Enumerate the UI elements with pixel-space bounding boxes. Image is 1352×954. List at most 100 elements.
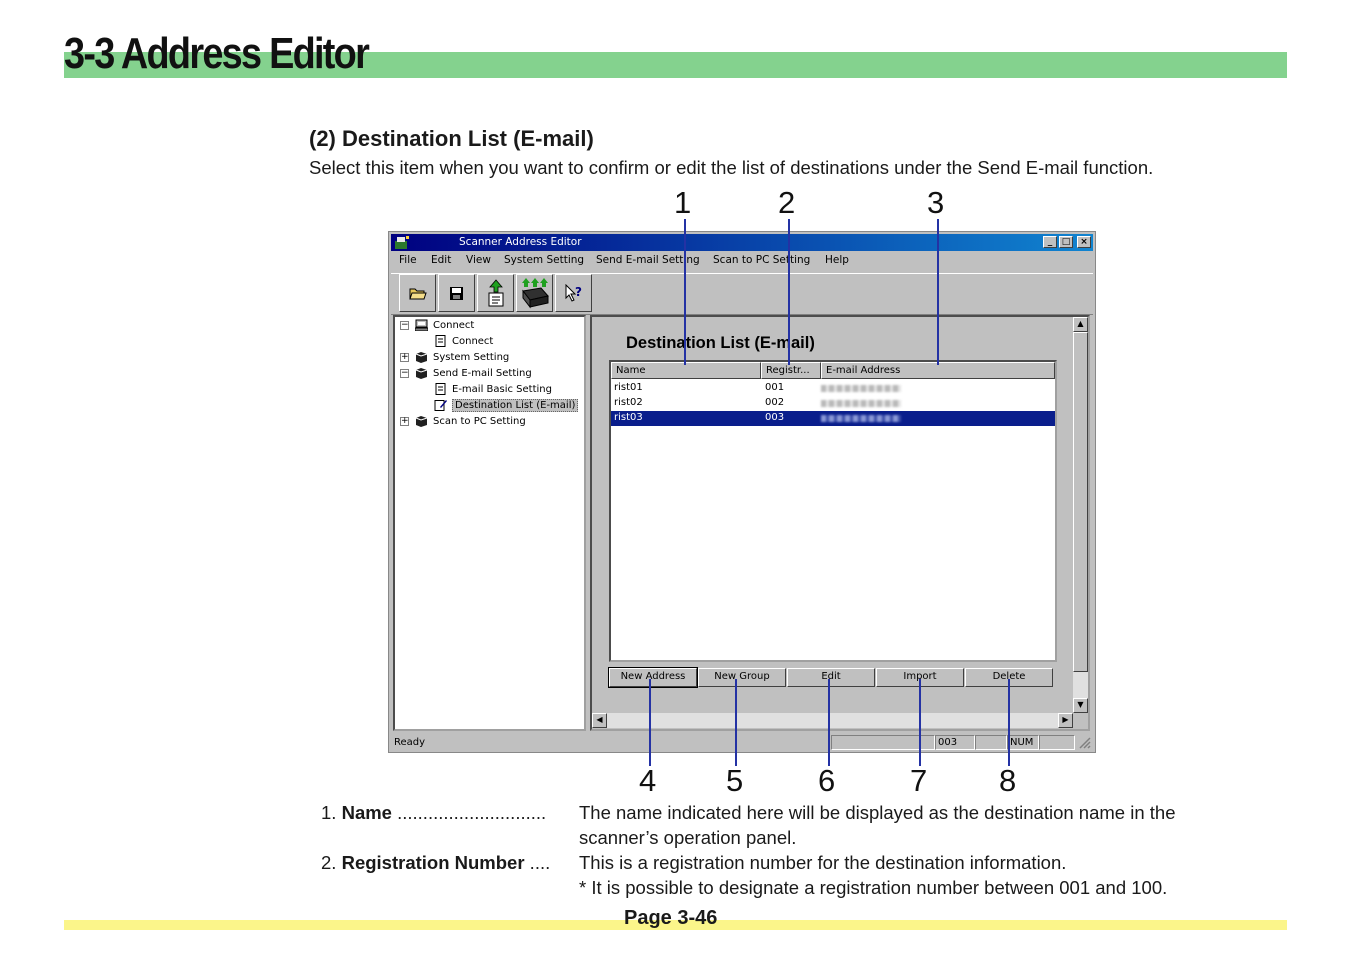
status-panel-empty [1039,735,1075,750]
edit-document-icon [434,400,447,411]
scroll-down-icon[interactable]: ▼ [1073,698,1088,713]
destination-list[interactable]: Name Registr... E-mail Address rist01 00… [609,360,1057,662]
scroll-up-icon[interactable]: ▲ [1073,317,1088,332]
tree-item-label: E-mail Basic Setting [452,383,552,395]
menu-help[interactable]: Help [825,254,849,266]
status-text: Ready [394,737,426,748]
item-dots: .... [524,852,551,873]
horizontal-scrollbar[interactable]: ◀ ▶ [592,713,1073,728]
status-panel-empty [975,735,1007,750]
callout-line-3 [937,219,939,365]
item-number: 2. [321,852,337,873]
document-icon [435,335,446,347]
document-icon [435,383,446,395]
table-row-selected[interactable]: rist03 003 [611,411,1055,426]
menu-file[interactable]: File [399,254,417,266]
window-title: Scanner Address Editor [459,236,582,248]
tree-item-email-basic-setting[interactable]: E-mail Basic Setting [434,381,552,397]
tree-item-destination-list[interactable]: Destination List (E-mail) [434,397,579,413]
row-registration: 002 [765,397,785,408]
status-num: NUM [1007,735,1039,750]
row-registration: 001 [765,382,785,393]
tree-item-label: Send E-mail Setting [433,367,532,379]
tree-item-scan-to-pc-setting[interactable]: Scan to PC Setting [415,413,526,429]
tree-item-system-setting[interactable]: System Setting [415,349,509,365]
callout-line-5 [735,679,737,766]
callout-line-6 [828,679,830,766]
box-icon [415,416,428,427]
box-icon [415,352,428,363]
menubar: File Edit View System Setting Send E-mai… [391,252,1093,270]
menu-scan-to-pc-setting[interactable]: Scan to PC Setting [713,254,810,266]
callout-line-1 [684,219,686,365]
new-group-button[interactable]: New Group [698,668,786,687]
help-button[interactable]: ? [555,274,592,312]
table-row[interactable]: rist01 001 [611,381,1055,396]
resize-grip-icon[interactable] [1079,737,1091,749]
tree-item-connect[interactable]: Connect [415,317,474,333]
open-folder-icon [408,288,427,300]
row-name: rist02 [614,397,643,408]
navigation-tree: − Connect Connect + System Setting − Sen… [393,315,586,731]
content-pane: Destination List (E-mail) Name Registr..… [590,315,1090,731]
menu-view[interactable]: View [466,254,491,266]
table-row[interactable]: rist02 002 [611,396,1055,411]
status-count: 003 [935,735,975,750]
description-item-1: 1. Name ............................. [321,802,546,824]
email-redacted [821,415,901,422]
tree-item-label: Scan to PC Setting [433,415,526,427]
column-header-registration[interactable]: Registr... [761,362,821,379]
item-text-continued: scanner’s operation panel. [579,827,797,848]
minimize-button[interactable]: _ [1043,236,1057,248]
scroll-right-icon[interactable]: ▶ [1058,713,1073,728]
section-heading: (2) Destination List (E-mail) [309,126,594,151]
app-icon [395,236,409,249]
callout-8: 8 [999,763,1017,798]
item-dots: ............................. [391,802,547,823]
open-button[interactable] [399,274,436,312]
close-button[interactable]: × [1077,236,1091,248]
row-name: rist01 [614,382,643,393]
edit-button[interactable]: Edit [787,668,875,687]
column-header-name[interactable]: Name [611,362,761,379]
page-title: 3-3 Address Editor [64,29,370,78]
item-note: * It is possible to designate a registra… [579,877,1168,898]
tree-item-label: Destination List (E-mail) [452,398,579,412]
row-name: rist03 [614,412,643,423]
section-description: Select this item when you want to confir… [309,157,1154,178]
page-number: Page 3-46 [624,907,718,929]
status-bar: Ready 003 NUM [391,734,1093,751]
row-registration: 003 [765,412,785,423]
context-help-icon: ? [565,284,582,302]
collapse-toggle[interactable]: − [400,369,409,378]
toolbar: ? [391,273,1093,315]
expand-toggle[interactable]: + [400,353,409,362]
scroll-left-icon[interactable]: ◀ [592,713,607,728]
tree-item-label: Connect [433,319,475,331]
item-number: 1. [321,802,337,823]
menu-edit[interactable]: Edit [431,254,451,266]
tree-item-send-email-setting[interactable]: Send E-mail Setting [415,365,532,381]
callout-line-7 [919,679,921,766]
scroll-thumb[interactable] [1073,332,1088,672]
save-button[interactable] [438,274,475,312]
computer-icon [415,319,428,331]
maximize-button[interactable]: □ [1059,236,1073,248]
menu-system-setting[interactable]: System Setting [504,254,584,266]
upload-button[interactable] [477,274,514,312]
window-titlebar[interactable]: Scanner Address Editor _ □ × [391,234,1093,251]
item-term: Name [341,802,392,823]
callout-5: 5 [726,763,744,798]
transfer-button[interactable] [516,274,553,312]
callout-3: 3 [927,185,945,220]
callout-4: 4 [639,763,657,798]
callout-1: 1 [674,185,692,220]
app-window: Scanner Address Editor _ □ × File Edit V… [388,231,1096,753]
upload-document-icon [488,279,503,307]
expand-toggle[interactable]: + [400,417,409,426]
collapse-toggle[interactable]: − [400,321,409,330]
transfer-scanner-icon [521,278,549,309]
vertical-scrollbar[interactable]: ▲ ▼ [1073,317,1088,713]
tree-item-connect-page[interactable]: Connect [434,333,493,349]
new-address-button[interactable]: New Address [608,667,698,688]
